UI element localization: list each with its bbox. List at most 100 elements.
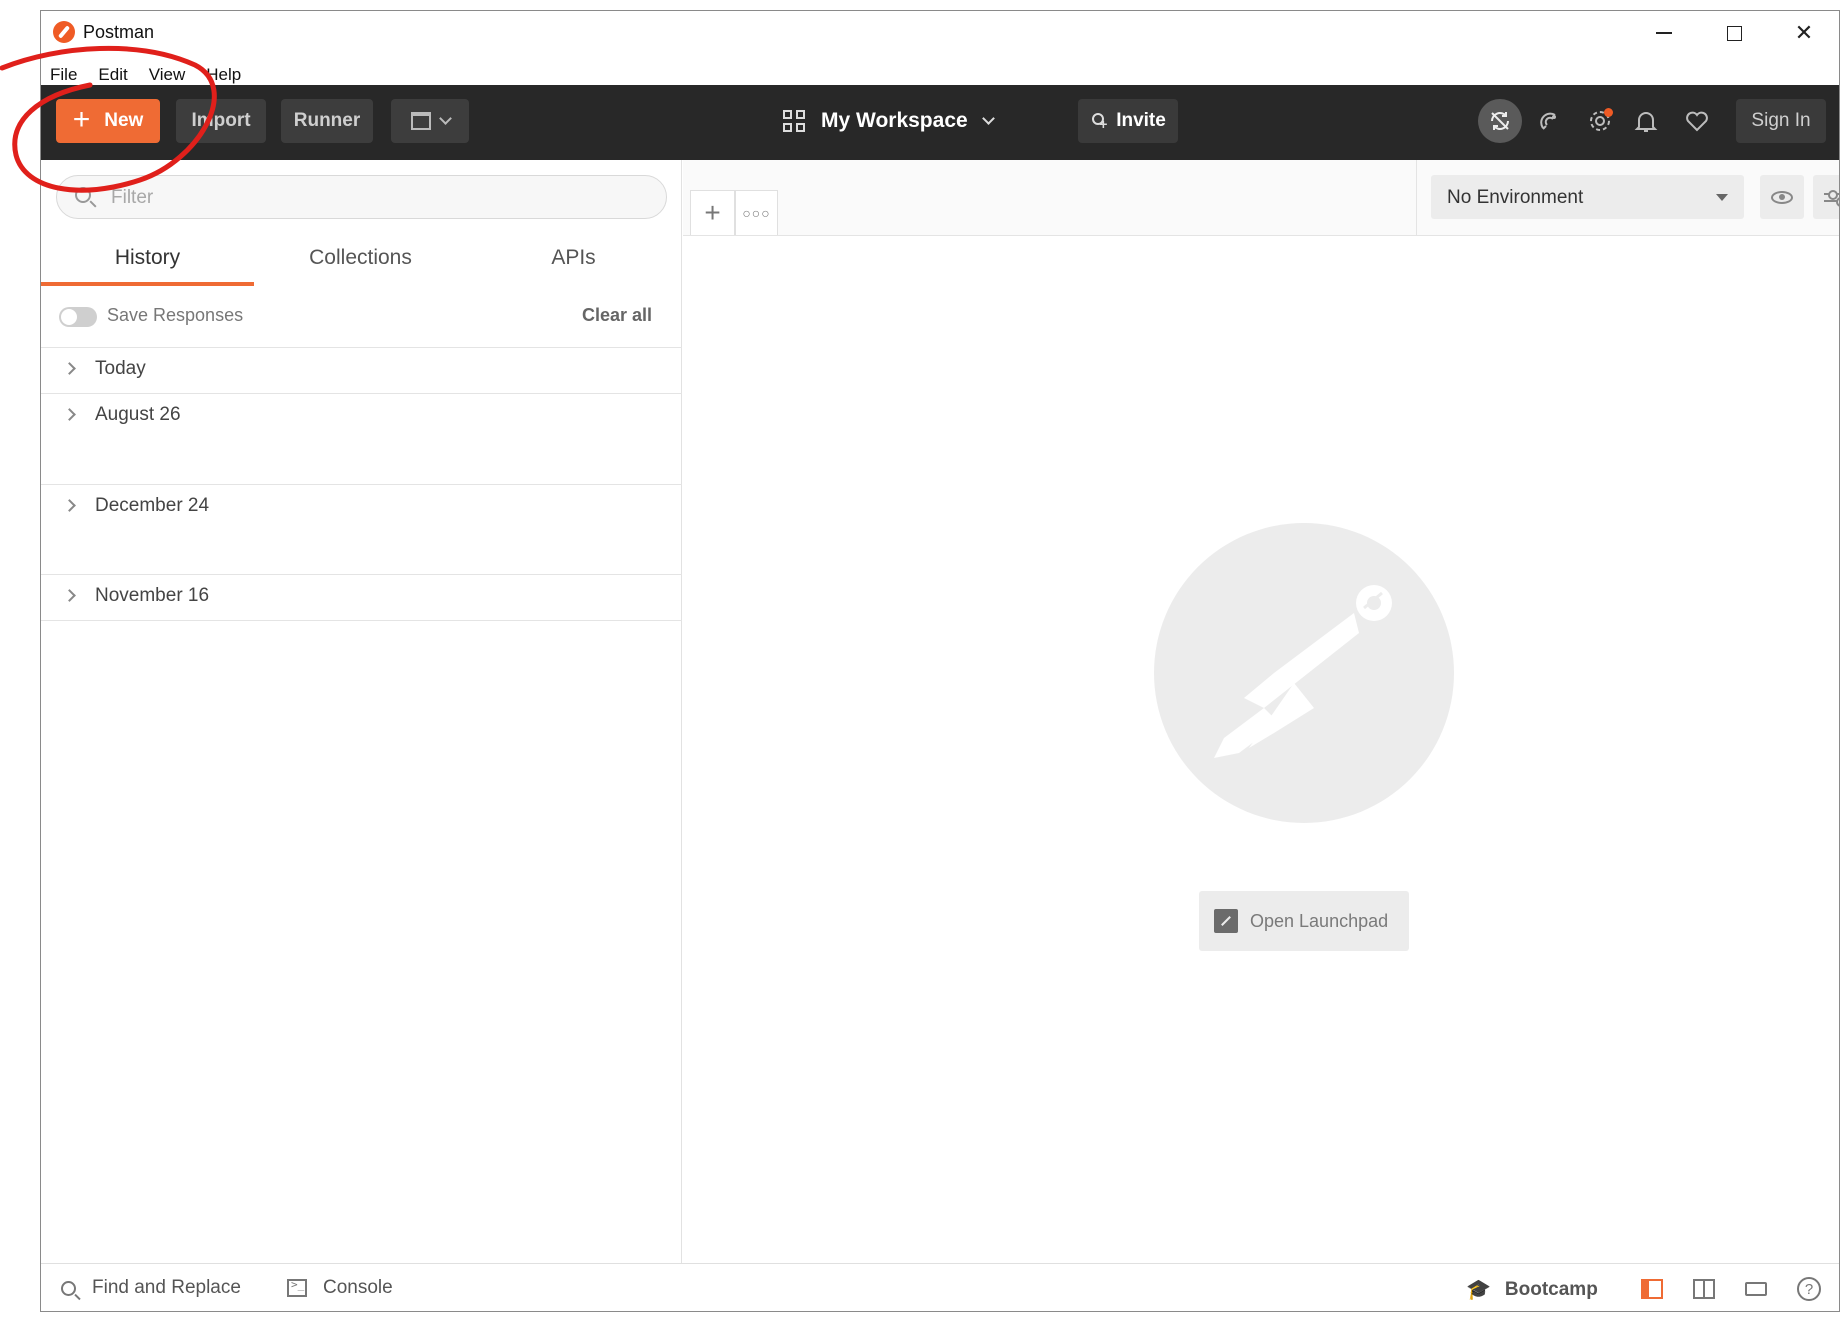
- window-title: Postman: [83, 22, 155, 42]
- invite-button[interactable]: Invite: [1078, 99, 1178, 143]
- console-label: Console: [323, 1277, 393, 1298]
- save-responses-row: Save Responses Clear all: [41, 286, 682, 348]
- chevron-down-icon: [981, 112, 995, 125]
- environment-select[interactable]: No Environment: [1431, 175, 1744, 219]
- workspace-label: My Workspace: [821, 109, 968, 132]
- sidebar-layout-icon: [1641, 1279, 1663, 1299]
- environment-area: No Environment: [1416, 160, 1839, 236]
- plus-icon: +: [704, 197, 721, 228]
- menu-help[interactable]: Help: [206, 65, 241, 85]
- toggle-sidebar-button[interactable]: [1639, 1276, 1665, 1302]
- caret-down-icon: [1716, 194, 1728, 201]
- history-group-label: December 24: [95, 495, 210, 516]
- environment-quick-look-button[interactable]: [1760, 175, 1804, 219]
- new-window-icon: [410, 112, 431, 130]
- sync-button[interactable]: [1478, 99, 1522, 143]
- console-button[interactable]: Console: [287, 1277, 393, 1299]
- new-button-label: New: [104, 110, 144, 131]
- search-icon: [61, 1280, 76, 1296]
- heart-icon: [1686, 111, 1708, 132]
- history-group-label: November 16: [95, 585, 210, 606]
- filter-input[interactable]: [111, 185, 651, 211]
- external-link-icon: [1214, 909, 1238, 933]
- sidebar-tabs: History Collections APIs: [41, 232, 682, 286]
- find-replace-button[interactable]: Find and Replace: [61, 1277, 241, 1299]
- chevron-down-icon: [438, 112, 452, 125]
- ellipsis-icon: ○○○: [742, 205, 771, 221]
- console-icon: [287, 1278, 307, 1297]
- help-icon: ?: [1797, 1277, 1821, 1301]
- chevron-right-icon: [63, 589, 76, 602]
- postman-astronaut-icon: [1214, 585, 1392, 758]
- add-tab-button[interactable]: +: [690, 190, 735, 235]
- two-pane-view-button[interactable]: [1691, 1276, 1717, 1302]
- postman-window: Postman ✕ File Edit View Help + New Impo…: [40, 10, 1840, 1312]
- settings-button[interactable]: [1580, 101, 1620, 141]
- postman-logo-icon: [53, 21, 75, 43]
- keyboard-shortcuts-button[interactable]: [1743, 1276, 1769, 1302]
- find-replace-label: Find and Replace: [92, 1277, 241, 1298]
- maximize-icon: [1726, 25, 1742, 41]
- help-button[interactable]: ?: [1796, 1276, 1822, 1302]
- close-icon: ✕: [1794, 20, 1814, 45]
- manage-environments-button[interactable]: [1813, 175, 1839, 219]
- request-tab-bar: + ○○○ No Environment: [683, 160, 1839, 236]
- status-bar: Find and Replace Console 🎓 Bootcamp ?: [41, 1263, 1839, 1311]
- main-toolbar: + New Import Runner My Workspace Invite: [41, 85, 1839, 160]
- environment-label: No Environment: [1447, 187, 1584, 208]
- import-button[interactable]: Import: [176, 99, 266, 143]
- bootcamp-button[interactable]: 🎓 Bootcamp: [1466, 1277, 1598, 1302]
- chevron-right-icon: [63, 362, 76, 375]
- bootcamp-label: Bootcamp: [1504, 1278, 1598, 1300]
- capture-requests-button[interactable]: [1530, 101, 1570, 141]
- tab-apis[interactable]: APIs: [467, 232, 680, 286]
- minimize-icon: [1656, 32, 1672, 34]
- history-group[interactable]: November 16: [41, 575, 682, 621]
- maximize-button[interactable]: [1699, 11, 1769, 55]
- new-window-button[interactable]: [391, 99, 469, 143]
- history-group[interactable]: August 26: [41, 394, 682, 485]
- tab-history[interactable]: History: [41, 232, 254, 286]
- notification-dot: [1604, 108, 1613, 117]
- menu-view[interactable]: View: [149, 65, 186, 85]
- heart-button[interactable]: [1677, 101, 1717, 141]
- invite-button-label: Invite: [1116, 110, 1166, 131]
- keyboard-icon: [1745, 1282, 1767, 1296]
- search-icon: [75, 187, 91, 203]
- more-tabs-button[interactable]: ○○○: [735, 190, 778, 235]
- chevron-right-icon: [63, 408, 76, 421]
- tab-collections[interactable]: Collections: [254, 232, 467, 286]
- clear-all-button[interactable]: Clear all: [582, 305, 652, 326]
- runner-button-label: Runner: [293, 110, 361, 131]
- sync-off-icon: [1491, 112, 1509, 130]
- title-bar: Postman ✕: [41, 11, 1839, 55]
- workspace-switcher[interactable]: My Workspace: [783, 99, 995, 143]
- minimize-button[interactable]: [1629, 11, 1699, 55]
- sidebar: History Collections APIs Save Responses …: [41, 160, 682, 1263]
- import-button-label: Import: [191, 110, 251, 131]
- main-panel: + ○○○ No Environment Open Launchpad: [683, 160, 1839, 1263]
- menu-edit[interactable]: Edit: [98, 65, 127, 85]
- filter-box: [56, 175, 667, 219]
- eye-icon: [1771, 190, 1793, 204]
- plus-icon: +: [72, 102, 91, 136]
- chevron-right-icon: [63, 499, 76, 512]
- sliders-icon: [1824, 189, 1839, 200]
- grid-icon: [783, 110, 805, 132]
- menu-file[interactable]: File: [50, 65, 77, 85]
- history-group[interactable]: December 24: [41, 485, 682, 575]
- satellite-icon: [1540, 112, 1556, 130]
- history-group-label: Today: [95, 358, 146, 379]
- history-group[interactable]: Today: [41, 348, 682, 394]
- new-button[interactable]: + New: [56, 99, 160, 143]
- postman-illustration: [1154, 523, 1454, 823]
- close-button[interactable]: ✕: [1769, 11, 1839, 55]
- save-responses-toggle[interactable]: [59, 307, 97, 327]
- open-launchpad-button[interactable]: Open Launchpad: [1199, 891, 1409, 951]
- desktop: Postman ✕ File Edit View Help + New Impo…: [0, 0, 1844, 1317]
- runner-button[interactable]: Runner: [281, 99, 373, 143]
- bell-icon: [1634, 112, 1658, 132]
- sign-in-label: Sign In: [1751, 110, 1811, 131]
- sign-in-button[interactable]: Sign In: [1736, 99, 1826, 143]
- notifications-button[interactable]: [1626, 101, 1666, 141]
